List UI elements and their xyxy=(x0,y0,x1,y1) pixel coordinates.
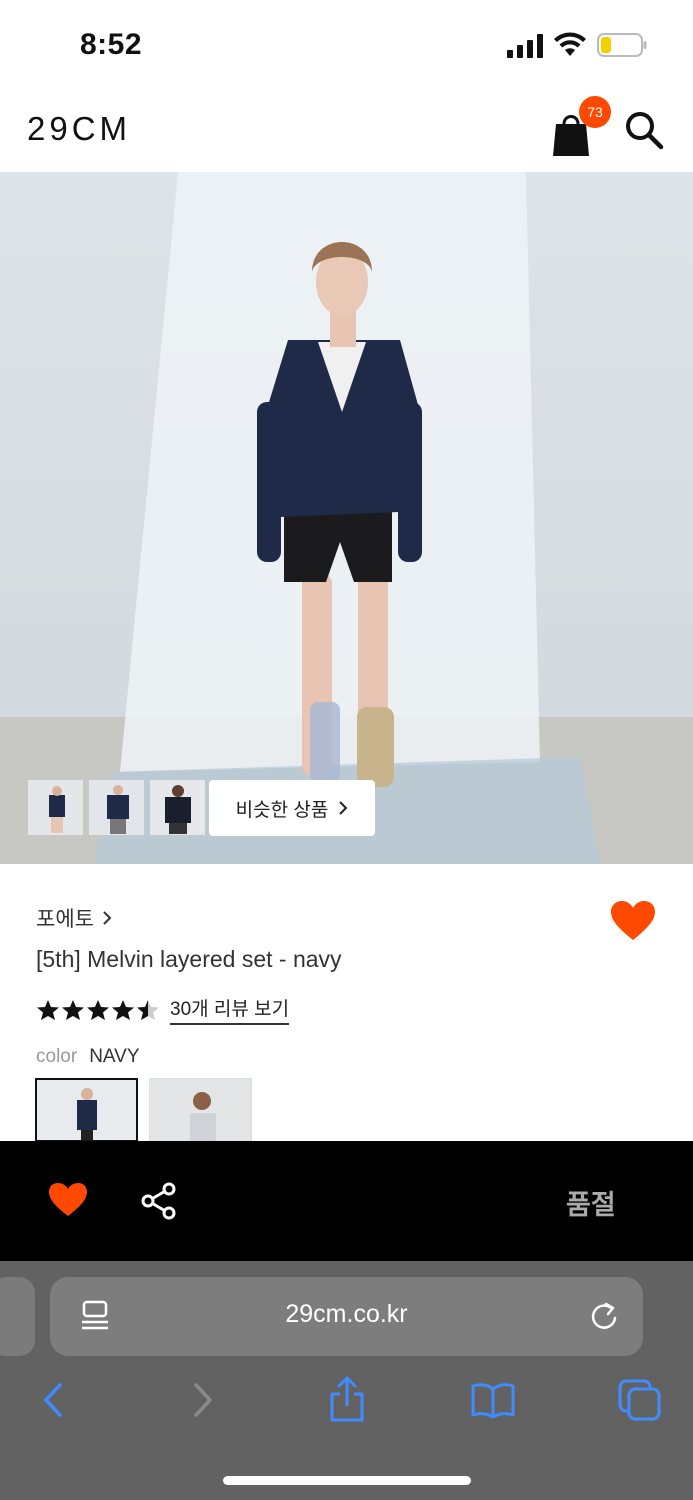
color-row: color NAVY xyxy=(36,1046,140,1068)
rating-row: 30개 리뷰 보기 xyxy=(36,994,290,1025)
battery-icon xyxy=(597,33,647,57)
similar-products-label: 비슷한 상품 xyxy=(235,799,329,821)
similar-products-button[interactable]: 비슷한 상품 xyxy=(209,780,375,836)
thumbnail-1[interactable] xyxy=(28,780,83,835)
star-rating xyxy=(36,999,160,1021)
brand-name: 포에토 xyxy=(36,908,94,931)
thumbnail-2[interactable] xyxy=(89,780,144,835)
chevron-right-icon xyxy=(103,911,112,925)
search-icon[interactable] xyxy=(624,110,664,150)
chevron-right-icon xyxy=(339,801,348,815)
brand-link[interactable]: 포에토 xyxy=(36,903,112,933)
logo[interactable]: 29CM xyxy=(27,110,131,148)
model-photo xyxy=(0,172,693,864)
reload-icon[interactable] xyxy=(588,1300,620,1332)
product-name: [5th] Melvin layered set - navy xyxy=(36,946,342,972)
product-hero-image[interactable] xyxy=(0,172,693,864)
cart-count-badge: 73 xyxy=(579,96,611,128)
star-icon xyxy=(62,999,84,1020)
back-icon[interactable] xyxy=(38,1381,68,1419)
bookmarks-icon[interactable] xyxy=(470,1381,516,1419)
review-link[interactable]: 30개 리뷰 보기 xyxy=(170,994,290,1025)
tabs-icon[interactable] xyxy=(618,1379,662,1421)
half-star-icon xyxy=(137,999,159,1020)
heart-icon[interactable] xyxy=(48,1182,88,1218)
star-icon xyxy=(87,999,109,1020)
share-sheet-icon[interactable] xyxy=(328,1376,366,1422)
cellular-signal-icon xyxy=(507,34,543,58)
heart-icon[interactable] xyxy=(610,900,656,942)
star-icon xyxy=(37,999,59,1020)
share-icon[interactable] xyxy=(140,1182,178,1220)
wifi-icon xyxy=(554,32,586,56)
status-bar: 8:52 xyxy=(0,0,693,90)
thumbnail-strip xyxy=(28,780,205,835)
home-indicator xyxy=(223,1476,471,1485)
color-label: color xyxy=(36,1046,78,1067)
color-swatch-navy[interactable] xyxy=(35,1078,138,1142)
color-swatch-other[interactable] xyxy=(149,1078,252,1142)
star-icon xyxy=(112,999,134,1020)
status-time: 8:52 xyxy=(80,28,143,61)
color-value: NAVY xyxy=(89,1046,140,1067)
sold-out-label: 품절 xyxy=(566,1190,616,1220)
forward-icon[interactable] xyxy=(188,1381,218,1419)
thumbnail-3[interactable] xyxy=(150,780,205,835)
